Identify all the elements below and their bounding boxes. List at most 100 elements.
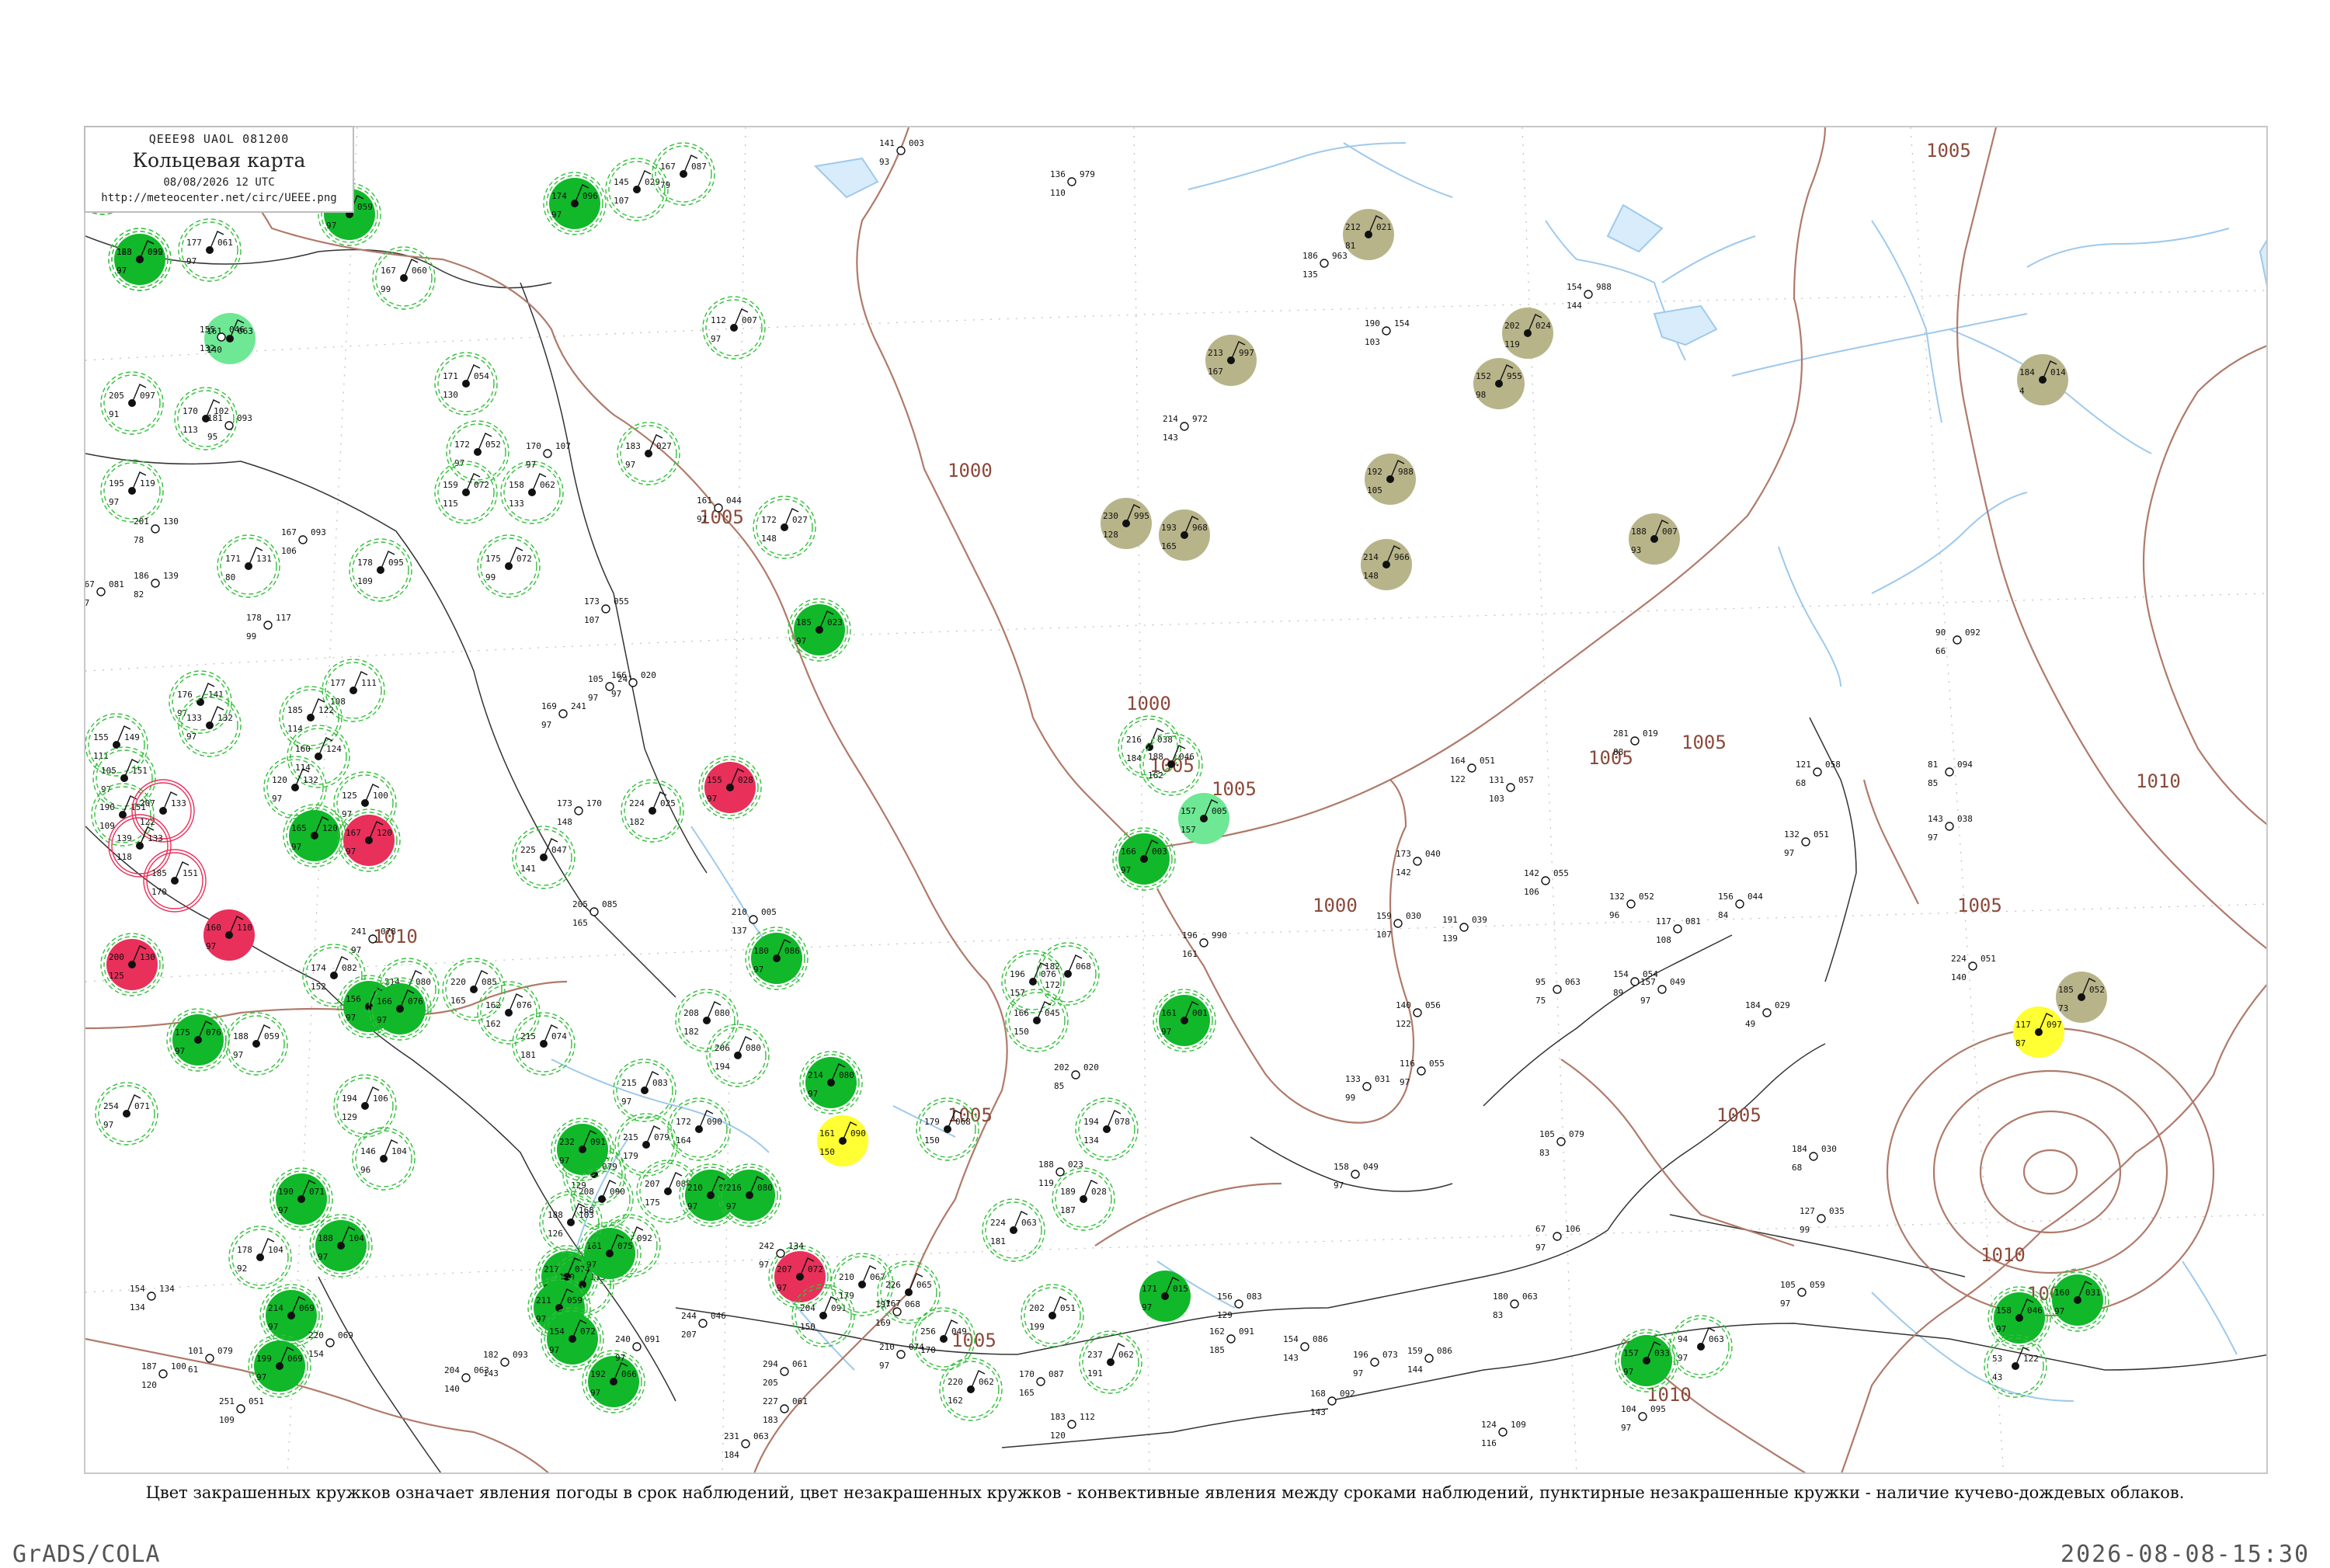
station-pressure: 988 [1596,282,1612,292]
station-pressure: 069 [338,1330,353,1340]
station-plot: 200 130 125 [100,933,164,996]
station-dewpoint: 110 [1050,188,1066,198]
station-dewpoint: 66 [1935,646,1946,656]
station-temperature: 161 [697,495,712,506]
station-temperature: 152 [1476,371,1491,381]
plain-station-plot: 181 093 95 [207,413,252,442]
station-dewpoint: 116 [1481,1438,1497,1448]
station-pressure: 080 [416,977,431,987]
cloud-cover-symbol [263,621,273,630]
station-dewpoint: 133 [509,499,524,509]
station-dewpoint: 96 [360,1165,370,1175]
station-temperature: 162 [485,1000,501,1010]
station-temperature: 173 [584,596,600,607]
station-pressure: 124 [326,744,342,754]
station-pressure: 093 [311,527,326,537]
station-temperature: 224 [629,798,645,808]
plain-station-plot: 143 038 97 [1928,814,1973,843]
station-pressure: 024 [1535,321,1551,331]
station-temperature: 160 [295,744,311,754]
station-temperature: 202 [1054,1062,1069,1073]
cloud-cover-symbol [1393,919,1403,928]
station-dewpoint: 97 [590,1388,600,1398]
cloud-cover-symbol [1199,938,1208,947]
station-dewpoint: 97 [559,1156,569,1166]
isobars [85,127,2266,1472]
station-temperature: 185 [287,705,303,715]
station-dewpoint: 83 [1493,1310,1503,1320]
station-temperature: 215 [520,1031,536,1041]
station-dewpoint: 99 [246,631,256,641]
station-pressure: 095 [1650,1404,1666,1414]
station-pressure: 059 [357,202,373,212]
station-dewpoint: 92 [237,1264,247,1274]
plain-station-plot: 124 109 116 [1481,1420,1526,1448]
station-temperature: 230 [1103,511,1118,521]
station-pressure: 063 [1709,1334,1724,1344]
station-pressure: 122 [2023,1354,2039,1364]
station-dewpoint: 99 [1800,1225,1810,1235]
station-plot: 172 090 164 [667,1097,731,1161]
station-temperature: 176 [177,690,193,700]
plain-station-plot: 136 979 110 [1050,169,1095,198]
plain-station-plot: 131 057 103 [1489,775,1534,804]
station-dewpoint: 89 [1613,988,1623,998]
station-dewpoint: 207 [681,1330,697,1340]
station-plot: 160 110 97 [203,909,255,961]
station-plot: 220 062 162 [939,1358,1003,1421]
station-dewpoint: 167 [1208,367,1223,377]
station-temperature: 242 [759,1241,774,1251]
station-dewpoint: 194 [715,1062,730,1072]
station-plot: 174 096 97 [543,172,607,235]
station-temperature: 105 [1539,1129,1555,1139]
station-dewpoint: 148 [1363,571,1379,581]
station-plot: 170 102113 [174,387,238,450]
station-pressure: 059 [264,1031,280,1041]
station-dewpoint: 175 [645,1198,660,1208]
station-temperature: 116 [1400,1059,1415,1069]
plain-station-plot: 182 093 143 [483,1350,528,1379]
station-temperature: 156 [346,994,361,1004]
station-plot: 208 080 182 [675,989,739,1052]
station-temperature: 173 [557,798,572,808]
station-pressure: 031 [1375,1074,1390,1084]
station-dewpoint: 97 [278,1205,288,1215]
plain-station-plot: 186 963 135 [1302,251,1348,280]
station-plot: 161 063140 [204,313,256,364]
station-dewpoint: 97 [1996,1324,2006,1334]
station-pressure: 051 [249,1396,264,1406]
plain-station-plot: 81 094 85 [1928,760,1973,788]
station-plot: 230 995 128 [1101,498,1152,549]
station-temperature: 143 [1928,814,1943,824]
station-pressure: 091 [831,1303,847,1313]
station-plot: 157 033 97 [1615,1329,1678,1392]
station-dewpoint: 75 [1535,996,1546,1006]
cloud-cover-symbol [1180,422,1189,431]
station-pressure: 020 [641,670,656,680]
station-plot: 180 086 97 [745,927,809,990]
station-plot: 172 05297 [446,420,509,484]
cloud-cover-symbol [1300,1342,1309,1351]
cloud-cover-symbol [1226,1334,1236,1344]
station-temperature: 215 [621,1078,637,1088]
map-title: Кольцевая карта [132,149,306,172]
cloud-cover-symbol [1459,923,1469,932]
station-pressure: 132 [217,713,233,723]
station-temperature: 132 [1609,892,1625,902]
station-temperature: 161 [1161,1008,1177,1018]
station-pressure: 051 [1814,829,1829,840]
station-plot: 175 072 99 [477,534,541,598]
station-dewpoint: 182 [683,1027,699,1037]
station-dewpoint: 68 [1796,778,1806,788]
station-temperature: 184 [1792,1144,1807,1154]
station-dewpoint: 128 [1103,530,1118,540]
map-title-box: QEEE98 UAOL 081200 Кольцевая карта 08/08… [84,126,354,213]
cloud-cover-symbol [1797,1288,1807,1297]
station-plot: 185 122 114 [279,686,343,749]
station-pressure: 103 [579,1210,594,1220]
station-pressure: 120 [377,828,392,838]
station-dewpoint: 91 [109,409,119,419]
station-plot: 214 080 97 [799,1051,863,1114]
isobar-label: 1005 [1926,140,1971,162]
station-dewpoint: 97 [707,794,717,804]
